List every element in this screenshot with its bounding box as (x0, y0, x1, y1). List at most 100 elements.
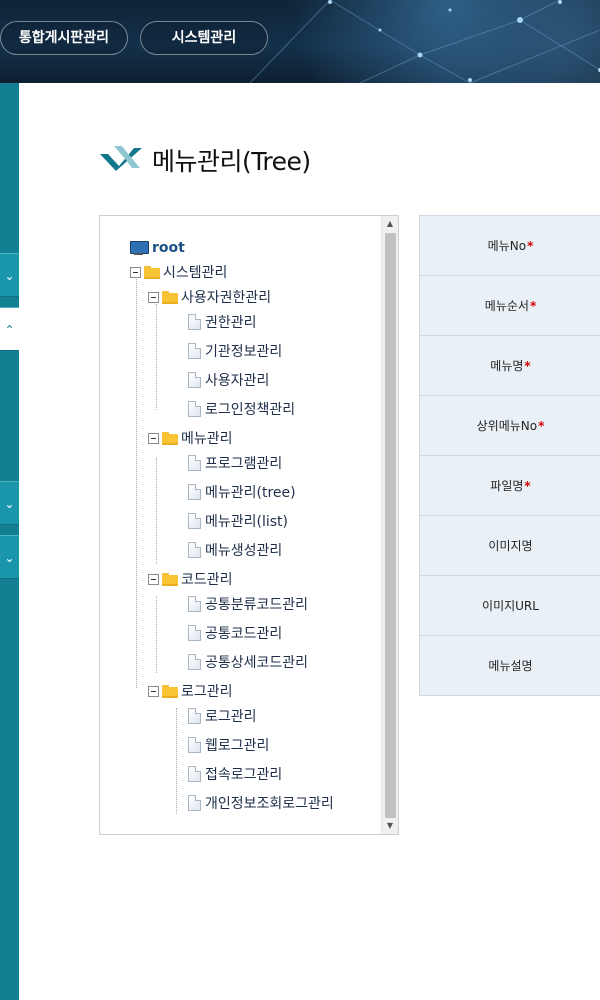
left-sidebar: ⌄ ⌃ ⌄ ⌄ (0, 83, 19, 1000)
tree-node-item[interactable]: 웹로그관리 (188, 734, 269, 756)
document-icon (188, 513, 201, 529)
tree-node-item[interactable]: 메뉴생성관리 (188, 539, 282, 561)
document-icon (188, 455, 201, 471)
tree-node-item[interactable]: 공통상세코드관리 (188, 651, 308, 673)
sidebar-toggle-4[interactable]: ⌄ (0, 535, 19, 579)
required-mark: * (527, 239, 534, 253)
tree-connector (156, 458, 157, 564)
form-label-image-url: 이미지URL (420, 576, 600, 636)
tree-node-label: 로그관리 (205, 709, 257, 725)
tree-node-label: 공통상세코드관리 (205, 655, 309, 671)
tree-node-label: 프로그램관리 (205, 456, 283, 472)
field-label: 파일명 (490, 479, 524, 493)
tree-node-item[interactable]: 로그관리 (188, 705, 257, 727)
folder-icon (162, 684, 178, 698)
tree-node-item[interactable]: 접속로그관리 (188, 763, 282, 785)
tree-node-label: 권한관리 (205, 315, 257, 331)
folder-icon (162, 572, 178, 586)
form-label-image-name: 이미지명 (420, 516, 600, 576)
tree-node-label: 코드관리 (181, 572, 233, 588)
tree-node-label: 개인정보조회로그관리 (205, 796, 334, 812)
tree-node-item[interactable]: 메뉴관리(tree) (188, 481, 296, 503)
document-icon (188, 542, 201, 558)
form-label-menu-order: 메뉴순서* (420, 276, 600, 336)
chevron-down-icon: ⌄ (4, 269, 15, 283)
required-mark: * (529, 299, 537, 313)
tree-node-item[interactable]: 권한관리 (188, 311, 257, 333)
tree-node-label: 웹로그관리 (205, 738, 270, 754)
tree-node-item[interactable]: 개인정보조회로그관리 (188, 792, 334, 814)
sidebar-toggle-3[interactable]: ⌄ (0, 481, 19, 525)
folder-icon (144, 265, 160, 279)
chevron-up-icon: ⌃ (4, 323, 15, 337)
form-label-menu-name: 메뉴명* (420, 336, 600, 396)
tree-node-item[interactable]: 공통분류코드관리 (188, 593, 308, 615)
document-icon (188, 625, 201, 641)
collapse-toggle-icon[interactable] (148, 573, 159, 585)
page-title-area: 메뉴관리(Tree) (100, 140, 311, 180)
tree-node-item[interactable]: 프로그램관리 (188, 452, 282, 474)
sidebar-toggle-2[interactable]: ⌃ (0, 307, 19, 351)
field-label: 메뉴설명 (488, 659, 533, 673)
menu-tree-panel[interactable]: root 시스템관리 사용자권한관리 권한관리 기관정보관리 사용자관리 로그인… (99, 215, 399, 835)
collapse-toggle-icon[interactable] (130, 266, 141, 278)
document-icon (188, 343, 201, 359)
scroll-thumb[interactable] (385, 233, 396, 818)
tree-node-group[interactable]: 메뉴관리 (148, 427, 233, 449)
tree-node-label: 기관정보관리 (205, 344, 283, 360)
document-icon (188, 766, 201, 782)
field-label: 이미지URL (482, 599, 539, 613)
chevron-down-icon: ⌄ (4, 551, 15, 565)
tree-connector (156, 596, 157, 673)
field-label: 메뉴No (487, 239, 527, 253)
tree-node-label: 시스템관리 (163, 265, 228, 281)
field-label: 메뉴순서 (484, 299, 529, 313)
tree-node-label: 메뉴관리(tree) (205, 485, 296, 501)
tree-node-item[interactable]: 사용자관리 (188, 369, 269, 391)
scroll-down-arrow-icon[interactable]: ▼ (382, 818, 398, 834)
tree-node-label: 로그관리 (181, 684, 233, 700)
tree-node-label: 메뉴관리(list) (205, 514, 289, 530)
menu-detail-form: 메뉴No* 메뉴순서* 메뉴명* 상위메뉴No* 파일명* 이미지명 이미지UR… (419, 215, 600, 696)
tree-node-label: 접속로그관리 (205, 767, 283, 783)
form-label-parent-menu-no: 상위메뉴No* (420, 396, 600, 456)
tree-node-label: 공통분류코드관리 (205, 597, 309, 613)
tree-node-system[interactable]: 시스템관리 (130, 261, 227, 283)
tree-connector (176, 708, 177, 814)
tree-node-item[interactable]: 메뉴관리(list) (188, 510, 288, 532)
tree-node-group[interactable]: 사용자권한관리 (148, 286, 271, 308)
tree-node-item[interactable]: 공통코드관리 (188, 622, 282, 644)
tree-node-label: 사용자관리 (205, 373, 270, 389)
tree-node-root[interactable]: root (130, 237, 185, 259)
document-icon (188, 401, 201, 417)
collapse-toggle-icon[interactable] (148, 432, 159, 444)
tree-node-item[interactable]: 기관정보관리 (188, 340, 282, 362)
field-label: 이미지명 (488, 539, 533, 553)
tree-node-label: 사용자권한관리 (181, 290, 272, 306)
form-label-file-name: 파일명* (420, 456, 600, 516)
tree-scrollbar[interactable]: ▲ ▼ (381, 216, 398, 834)
tree-node-group[interactable]: 코드관리 (148, 568, 233, 590)
tree-node-label: 공통코드관리 (205, 626, 283, 642)
form-label-menu-no: 메뉴No* (420, 216, 600, 276)
page-title: 메뉴관리(Tree) (152, 147, 311, 176)
collapse-toggle-icon[interactable] (148, 685, 159, 697)
document-icon (188, 372, 201, 388)
tree-node-item[interactable]: 로그인정책관리 (188, 398, 295, 420)
folder-icon (162, 431, 178, 445)
top-header: 통합게시판관리 시스템관리 (0, 0, 600, 83)
document-icon (188, 737, 201, 753)
scroll-up-arrow-icon[interactable]: ▲ (382, 216, 398, 232)
collapse-toggle-icon[interactable] (148, 291, 159, 303)
tree-connector (156, 304, 157, 410)
tab-system-management[interactable]: 시스템관리 (140, 21, 268, 55)
sidebar-toggle-1[interactable]: ⌄ (0, 253, 19, 297)
tab-board-management[interactable]: 통합게시판관리 (0, 21, 128, 55)
tree-node-label: 로그인정책관리 (205, 402, 296, 418)
field-label: 메뉴명 (490, 359, 524, 373)
tree-connector (136, 268, 137, 688)
chevron-down-icon: ⌄ (4, 497, 15, 511)
document-icon (188, 795, 201, 811)
document-icon (188, 654, 201, 670)
tree-node-group[interactable]: 로그관리 (148, 680, 233, 702)
